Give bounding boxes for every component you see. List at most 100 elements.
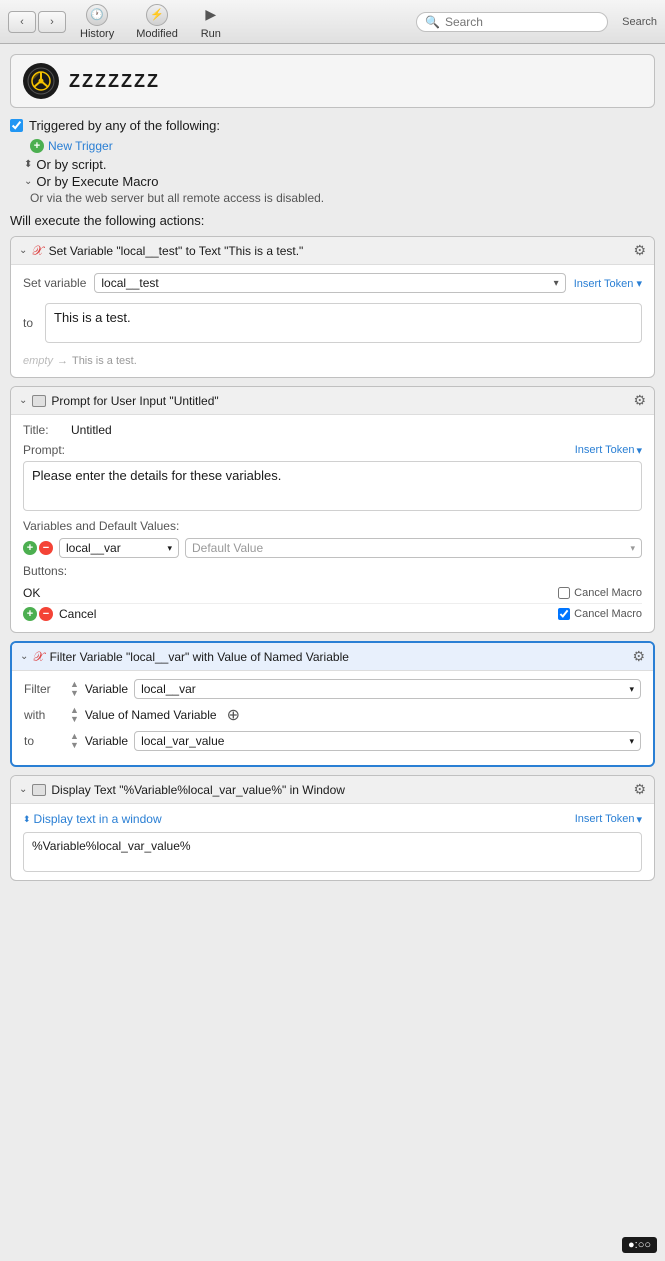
action1-title: Set Variable "local__test" to Text "This… bbox=[49, 244, 304, 258]
action4-body: ⬍ Display text in a window Insert Token … bbox=[11, 804, 654, 880]
modified-icon: ⚡ bbox=[146, 4, 168, 26]
filter-variable-row: Filter ▲▼ Variable local__var ▾ bbox=[24, 679, 641, 699]
action1-to-row: to This is a test. bbox=[23, 299, 642, 347]
to-variable-name: local_var_value bbox=[141, 734, 224, 748]
action-set-variable: ⌄ 𝒳 Set Variable "local__test" to Text "… bbox=[10, 236, 655, 378]
action-display-text: ⌄ Display Text "%Variable%local_var_valu… bbox=[10, 775, 655, 881]
or-by-execute-arrow: ⌄ bbox=[24, 176, 32, 187]
filter-variable-select[interactable]: local__var ▾ bbox=[134, 679, 641, 699]
or-by-script-item[interactable]: ⬍ Or by script. bbox=[24, 157, 655, 172]
variable-name-select[interactable]: local__test ▾ bbox=[94, 273, 565, 293]
action1-collapse-icon[interactable]: ⌄ bbox=[19, 245, 27, 256]
insert-token-button-4[interactable]: Insert Token ▾ bbox=[575, 813, 642, 826]
to-label-3: to bbox=[24, 734, 64, 748]
to-updown-icon: ▲▼ bbox=[70, 732, 79, 750]
search-input[interactable] bbox=[445, 15, 599, 29]
text-value-field[interactable]: This is a test. bbox=[45, 303, 642, 343]
action3-gear-icon[interactable]: ⚙ bbox=[632, 648, 645, 665]
button1-cancel-checkbox[interactable] bbox=[558, 587, 570, 599]
action1-header-left: ⌄ 𝒳 Set Variable "local__test" to Text "… bbox=[19, 243, 303, 259]
button1-left: OK bbox=[23, 586, 103, 600]
action4-gear-icon[interactable]: ⚙ bbox=[633, 781, 646, 798]
will-execute-label: Will execute the following actions: bbox=[10, 213, 655, 228]
new-trigger-button[interactable]: + New Trigger bbox=[30, 139, 655, 153]
triggered-label: Triggered by any of the following: bbox=[29, 118, 220, 133]
plus-minus-buttons: + − bbox=[23, 541, 53, 555]
display-textarea[interactable]: %Variable%local_var_value% bbox=[23, 832, 642, 872]
insert-token-2-arrow: ▾ bbox=[636, 444, 642, 457]
buttons-label: Buttons: bbox=[23, 564, 642, 578]
history-icon: 🕐 bbox=[86, 4, 108, 26]
button2-row: + − Cancel Cancel Macro bbox=[23, 604, 642, 624]
or-by-execute-label: Or by Execute Macro bbox=[36, 174, 158, 189]
action3-collapse-icon[interactable]: ⌄ bbox=[20, 651, 28, 662]
modified-button[interactable]: ⚡ Modified bbox=[128, 2, 186, 42]
action2-title-value: Untitled bbox=[71, 423, 112, 437]
remove-variable-button[interactable]: − bbox=[39, 541, 53, 555]
prompt-label: Prompt: bbox=[23, 443, 65, 457]
with-label: with bbox=[24, 708, 64, 722]
value-label: Value of Named Variable bbox=[85, 708, 217, 722]
action1-empty-row: empty → This is a test. bbox=[23, 353, 642, 369]
insert-token-4-arrow: ▾ bbox=[636, 813, 642, 826]
button2-left: + − Cancel bbox=[23, 607, 139, 621]
remove-button-button[interactable]: − bbox=[39, 607, 53, 621]
button2-cancel-checkbox[interactable] bbox=[558, 608, 570, 620]
search-label: Search bbox=[622, 16, 657, 28]
toolbar: ‹ › 🕐 History ⚡ Modified ▶ Run 🔍 Search bbox=[0, 0, 665, 44]
run-label: Run bbox=[201, 28, 221, 40]
action2-header-left: ⌄ Prompt for User Input "Untitled" bbox=[19, 394, 219, 408]
default-value-select[interactable]: Default Value ▾ bbox=[185, 538, 642, 558]
action3-title: Filter Variable "local__var" with Value … bbox=[50, 650, 349, 664]
run-button[interactable]: ▶ Run bbox=[192, 2, 230, 42]
filter-label: Filter bbox=[24, 682, 64, 696]
main-content: ZZZZZZZ Triggered by any of the followin… bbox=[0, 44, 665, 899]
filter-var-arrow-icon: ▾ bbox=[629, 684, 634, 695]
button1-cancel-label: Cancel Macro bbox=[574, 587, 642, 599]
display-text-toggle[interactable]: ⬍ Display text in a window bbox=[23, 812, 162, 826]
forward-button[interactable]: › bbox=[38, 11, 66, 33]
new-trigger-label: New Trigger bbox=[48, 139, 113, 153]
or-by-execute-item[interactable]: ⌄ Or by Execute Macro bbox=[24, 174, 655, 189]
filter-variable-label: Variable bbox=[85, 682, 128, 696]
display-updown-icon: ⬍ bbox=[23, 814, 31, 825]
variable-name-select-2[interactable]: local__var ▾ bbox=[59, 538, 179, 558]
action2-window-icon bbox=[32, 395, 46, 407]
action4-window-icon bbox=[32, 784, 46, 796]
action2-collapse-icon[interactable]: ⌄ bbox=[19, 395, 27, 406]
prompt-textarea[interactable]: Please enter the details for these varia… bbox=[23, 461, 642, 511]
action1-gear-icon[interactable]: ⚙ bbox=[633, 242, 646, 259]
action2-title-label: Title: bbox=[23, 423, 63, 437]
add-variable-button[interactable]: + bbox=[23, 541, 37, 555]
action4-title: Display Text "%Variable%local_var_value%… bbox=[51, 783, 345, 797]
action2-gear-icon[interactable]: ⚙ bbox=[633, 392, 646, 409]
triggered-checkbox[interactable] bbox=[10, 119, 23, 132]
action2-body: Title: Untitled Prompt: Insert Token ▾ P… bbox=[11, 415, 654, 632]
action3-script-icon: 𝒳 bbox=[33, 649, 44, 665]
add-button-button[interactable]: + bbox=[23, 607, 37, 621]
insert-token-button-1[interactable]: Insert Token ▾ bbox=[574, 277, 642, 290]
insert-token-2-label: Insert Token bbox=[575, 444, 635, 456]
bottom-time: ●:○○ bbox=[622, 1237, 657, 1253]
search-box[interactable]: 🔍 bbox=[416, 12, 608, 32]
back-button[interactable]: ‹ bbox=[8, 11, 36, 33]
insert-token-button-2[interactable]: Insert Token ▾ bbox=[575, 444, 642, 457]
filter-variable-name: local__var bbox=[141, 682, 196, 696]
or-by-script-arrow: ⬍ bbox=[24, 159, 32, 170]
var-select-arrow-icon: ▾ bbox=[167, 543, 172, 554]
via-text: Or via the web server but all remote acc… bbox=[30, 191, 655, 205]
triggered-header: Triggered by any of the following: bbox=[10, 118, 655, 133]
action4-header-left: ⌄ Display Text "%Variable%local_var_valu… bbox=[19, 783, 345, 797]
new-trigger-plus-icon: + bbox=[30, 139, 44, 153]
action1-body: Set variable local__test ▾ Insert Token … bbox=[11, 265, 654, 377]
action2-prompt-row: Prompt: Insert Token ▾ bbox=[23, 443, 642, 457]
insert-token-4-label: Insert Token bbox=[575, 813, 635, 825]
var-name-label: local__var bbox=[66, 541, 121, 555]
display-text-label-text: Display text in a window bbox=[34, 812, 162, 826]
search-icon: 🔍 bbox=[425, 15, 440, 29]
to-variable-select[interactable]: local_var_value ▾ bbox=[134, 731, 641, 751]
default-value-placeholder: Default Value bbox=[192, 541, 263, 555]
history-button[interactable]: 🕐 History bbox=[72, 2, 122, 42]
action4-collapse-icon[interactable]: ⌄ bbox=[19, 784, 27, 795]
to-var-arrow-icon: ▾ bbox=[629, 736, 634, 747]
